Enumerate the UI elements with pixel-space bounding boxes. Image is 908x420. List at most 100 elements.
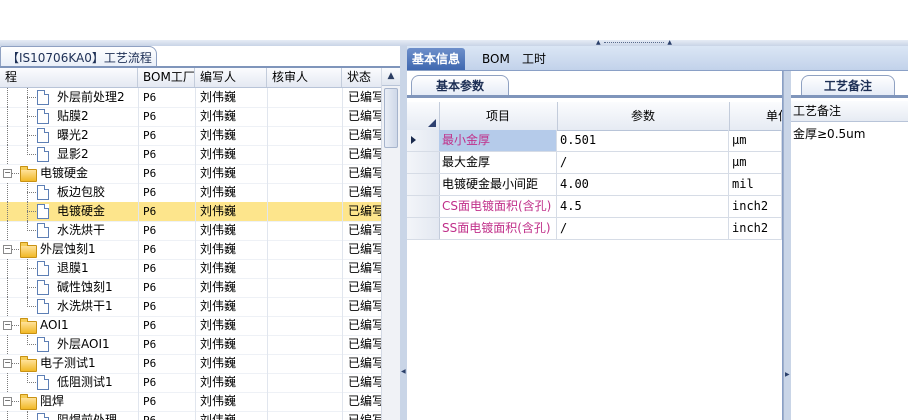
tree-row[interactable]: 外层AOI1 P6 刘伟巍 已编写: [0, 335, 381, 355]
tree-row-factory: P6: [143, 319, 157, 332]
tree-row[interactable]: 水洗烘干1 P6 刘伟巍 已编写: [0, 297, 381, 317]
tree-row[interactable]: 阻焊前处理 P6 刘伟巍 已编写: [0, 411, 381, 420]
column-header-bom-factory[interactable]: BOM工厂: [138, 68, 195, 87]
tree-row[interactable]: 贴膜2 P6 刘伟巍 已编写: [0, 107, 381, 127]
tree-row-status: 已编写: [348, 261, 381, 275]
column-divider: [195, 126, 196, 145]
param-value[interactable]: /: [557, 152, 729, 173]
collapse-toggle-icon[interactable]: −: [3, 359, 12, 368]
collapse-toggle-icon[interactable]: −: [3, 245, 12, 254]
tree-row-status: 已编写: [348, 242, 381, 256]
tree-row[interactable]: 低阻测试1 P6 刘伟巍 已编写: [0, 373, 381, 393]
tree-row-name: 阻焊前处理: [57, 413, 118, 420]
param-item[interactable]: CS面电镀面积(含孔): [439, 196, 557, 217]
column-divider: [267, 259, 268, 278]
column-header-process[interactable]: 程: [0, 68, 138, 87]
collapse-toggle-icon[interactable]: −: [3, 321, 12, 330]
column-header-status[interactable]: 状态: [342, 68, 381, 87]
param-row[interactable]: CS面电镀面积(含孔) 4.5 inch2: [407, 196, 782, 218]
param-row[interactable]: 电镀硬金最小间距 4.00 mil: [407, 174, 782, 196]
column-header-item[interactable]: 项目: [439, 102, 558, 130]
folder-icon: [20, 356, 37, 372]
column-divider: [342, 316, 343, 335]
row-indicator[interactable]: [407, 218, 440, 239]
tree-connector: [7, 259, 8, 278]
column-divider: [138, 107, 139, 126]
tab-work-hours[interactable]: 工时: [517, 48, 551, 70]
column-divider: [138, 316, 139, 335]
remarks-text[interactable]: 金厚≥0.5um: [793, 125, 906, 145]
collapse-toggle-icon[interactable]: −: [3, 397, 12, 406]
folder-icon: [20, 318, 37, 334]
param-row[interactable]: 最大金厚 / μm: [407, 152, 782, 174]
param-value[interactable]: 0.501: [557, 130, 729, 151]
param-item[interactable]: 电镀硬金最小间距: [439, 174, 557, 195]
tree-row[interactable]: 碱性蚀刻1 P6 刘伟巍 已编写: [0, 278, 381, 298]
param-row[interactable]: SS面电镀面积(含孔) / inch2: [407, 218, 782, 240]
tab-basic-info[interactable]: 基本信息: [407, 48, 466, 70]
tab-bom[interactable]: BOM: [477, 48, 515, 70]
column-divider: [267, 354, 268, 373]
tree-row[interactable]: 电镀硬金 P6 刘伟巍 已编写: [0, 202, 381, 222]
grid-corner[interactable]: [407, 102, 440, 130]
column-divider: [342, 88, 343, 107]
param-value[interactable]: /: [557, 218, 729, 239]
column-divider: [342, 145, 343, 164]
tree-row[interactable]: 显影2 P6 刘伟巍 已编写: [0, 145, 381, 165]
tree-row[interactable]: − 电镀硬金 P6 刘伟巍 已编写: [0, 164, 381, 184]
tree-row-reviewer: [272, 373, 342, 392]
tree-row[interactable]: − 外层蚀刻1 P6 刘伟巍 已编写: [0, 240, 381, 260]
column-header-value[interactable]: 参数: [557, 102, 730, 130]
param-row[interactable]: 最小金厚 0.501 μm: [407, 130, 782, 152]
row-indicator[interactable]: [407, 174, 440, 195]
scroll-up-icon[interactable]: ▲: [382, 68, 400, 86]
column-divider: [195, 278, 196, 297]
column-header-unit[interactable]: 单位: [729, 102, 782, 130]
column-header-reviewer[interactable]: 核审人: [267, 68, 342, 87]
tree-row-author: 刘伟巍: [200, 128, 237, 142]
row-indicator-icon: [411, 136, 416, 144]
column-header-author[interactable]: 编写人: [195, 68, 267, 87]
collapse-arrow-icon[interactable]: ◀: [401, 368, 406, 375]
basic-params-tab[interactable]: 基本参数: [411, 75, 509, 96]
column-divider: [342, 335, 343, 354]
splitter-grip-icon[interactable]: ▲ ▲: [596, 40, 672, 46]
column-divider: [195, 259, 196, 278]
column-divider: [342, 126, 343, 145]
param-item[interactable]: SS面电镀面积(含孔): [439, 218, 557, 239]
collapse-arrow-icon[interactable]: ▶: [785, 371, 790, 378]
tree-row[interactable]: 退膜1 P6 刘伟巍 已编写: [0, 259, 381, 279]
tree-row[interactable]: − AOI1 P6 刘伟巍 已编写: [0, 316, 381, 336]
tree-vertical-scrollbar[interactable]: ▲: [381, 68, 400, 420]
tree-row-factory: P6: [143, 129, 157, 142]
tree-connector: [7, 373, 8, 392]
row-indicator[interactable]: [407, 196, 440, 217]
tree-row-factory: P6: [143, 281, 157, 294]
param-value[interactable]: 4.00: [557, 174, 729, 195]
param-item[interactable]: 最小金厚: [439, 130, 557, 151]
tree-row[interactable]: 曝光2 P6 刘伟巍 已编写: [0, 126, 381, 146]
params-grid: 最小金厚 0.501 μm 最大金厚 / μm 电镀硬金最小间距 4.00 mil CS面电镀面积…: [407, 130, 782, 420]
row-indicator[interactable]: [407, 152, 440, 173]
tree-row-name: 贴膜2: [57, 109, 89, 123]
tree-row[interactable]: − 阻焊 P6 刘伟巍 已编写: [0, 392, 381, 412]
tree-row[interactable]: 水洗烘干 P6 刘伟巍 已编写: [0, 221, 381, 241]
tree-row[interactable]: 板边包胶 P6 刘伟巍 已编写: [0, 183, 381, 203]
param-item[interactable]: 最大金厚: [439, 152, 557, 173]
process-remarks-tab[interactable]: 工艺备注: [801, 75, 895, 96]
tree-connector: [7, 88, 8, 107]
tree-row-reviewer: [272, 259, 342, 278]
column-divider: [138, 354, 139, 373]
tree-row[interactable]: 外层前处理2 P6 刘伟巍 已编写: [0, 88, 381, 108]
column-divider: [138, 411, 139, 420]
param-value[interactable]: 4.5: [557, 196, 729, 217]
tree-row[interactable]: − 电子测试1 P6 刘伟巍 已编写: [0, 354, 381, 374]
row-indicator[interactable]: [407, 130, 440, 151]
process-flow-tab[interactable]: 【IS10706KA0】工艺流程: [0, 46, 157, 67]
remarks-column-label: 工艺备注: [791, 101, 908, 122]
column-divider: [138, 145, 139, 164]
collapse-toggle-icon[interactable]: −: [3, 169, 12, 178]
scrollbar-thumb[interactable]: [384, 88, 398, 148]
folder-icon: [20, 242, 37, 258]
tree-row-factory: P6: [143, 262, 157, 275]
